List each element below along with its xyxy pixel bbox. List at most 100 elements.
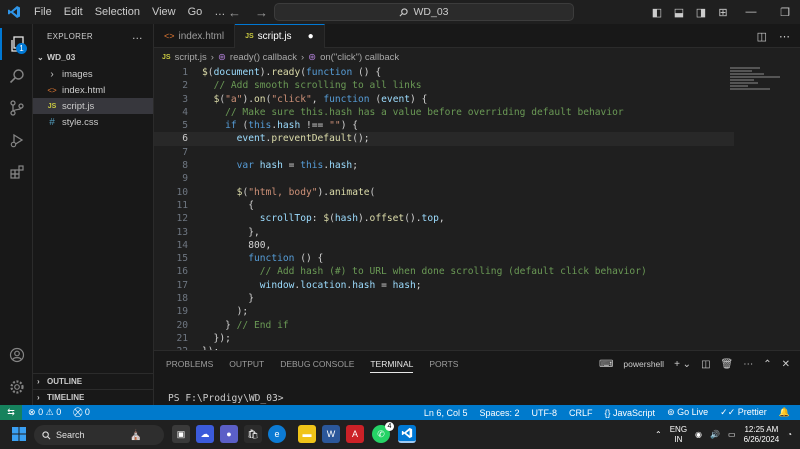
maximize-panel-chevron-up-icon[interactable]: ⌃: [763, 359, 771, 370]
file-item-images[interactable]: › images: [33, 66, 153, 82]
task-view-icon[interactable]: ▣: [172, 425, 190, 443]
breadcrumb-ready-callback[interactable]: ready() callback: [230, 52, 297, 63]
terminal-prompt[interactable]: PS F:\Prodigy\WD_03>: [168, 393, 284, 404]
notification-center-icon[interactable]: ◔: [787, 430, 792, 439]
ports-status[interactable]: ⛒ 0: [67, 407, 96, 418]
battery-icon[interactable]: ▭: [728, 430, 736, 439]
file-item-script-js[interactable]: JS script.js: [33, 98, 153, 114]
go-live-button[interactable]: ⊚ Go Live: [661, 407, 714, 418]
code-line[interactable]: 4 // Make sure this.hash has a value bef…: [154, 106, 734, 119]
code-editor[interactable]: 1 $(document).ready(function () {2 // Add…: [154, 66, 734, 350]
code-line[interactable]: 21 });: [154, 332, 734, 345]
code-line[interactable]: 6 event.preventDefault();: [154, 132, 734, 146]
vscode-taskbar-icon[interactable]: [398, 425, 416, 443]
code-line[interactable]: 17 window.location.hash = hash;: [154, 279, 734, 292]
code-line[interactable]: 9: [154, 172, 734, 185]
acrobat-icon[interactable]: A: [346, 425, 364, 443]
extensions-icon[interactable]: [0, 156, 33, 188]
word-icon[interactable]: W: [322, 425, 340, 443]
code-line[interactable]: 11 {: [154, 199, 734, 212]
end-of-line[interactable]: CRLF: [563, 408, 599, 418]
encoding[interactable]: UTF-8: [525, 408, 563, 418]
code-line[interactable]: 8 var hash = this.hash;: [154, 159, 734, 172]
run-debug-icon[interactable]: [0, 124, 33, 156]
code-line[interactable]: 3 $("a").on("click", function (event) {: [154, 93, 734, 106]
cursor-position[interactable]: Ln 6, Col 5: [418, 408, 474, 418]
code-line[interactable]: 14 800,: [154, 239, 734, 252]
forward-arrow-icon[interactable]: →: [255, 5, 268, 20]
timeline-section[interactable]: › TIMELINE: [33, 389, 154, 405]
breadcrumb-on-click-callback[interactable]: on("click") callback: [320, 52, 399, 63]
new-terminal-plus-icon[interactable]: + ⌄: [674, 359, 691, 370]
code-line[interactable]: 12 scrollTop: $(hash).offset().top,: [154, 212, 734, 225]
show-hidden-icons-chevron-icon[interactable]: ⌃: [655, 430, 662, 439]
split-editor-icon[interactable]: ◫: [757, 30, 767, 43]
minimize-button[interactable]: —: [734, 6, 768, 18]
windows-start-icon[interactable]: [10, 425, 28, 443]
code-line[interactable]: 1 $(document).ready(function () {: [154, 66, 734, 79]
explorer-more-icon[interactable]: …: [132, 30, 143, 42]
language-indicator[interactable]: ENG IN: [670, 425, 687, 445]
account-icon[interactable]: [0, 339, 33, 371]
menu-go[interactable]: Go: [182, 0, 209, 24]
taskbar-search[interactable]: Search ⛪: [34, 425, 164, 445]
prettier-status[interactable]: ✓✓ Prettier: [714, 407, 773, 418]
toggle-sidebar-icon[interactable]: ◧: [646, 6, 668, 19]
whatsapp-icon[interactable]: ✆ 4: [372, 422, 394, 443]
teams-chat-icon[interactable]: ●: [220, 425, 238, 443]
code-line[interactable]: 10 $("html, body").animate(: [154, 186, 734, 199]
wifi-icon[interactable]: ◉: [695, 430, 702, 439]
indentation[interactable]: Spaces: 2: [473, 408, 525, 418]
back-arrow-icon[interactable]: ←: [228, 5, 241, 20]
tab-ports[interactable]: PORTS: [429, 359, 458, 369]
code-line[interactable]: 7: [154, 146, 734, 159]
clock[interactable]: 12:25 AM 6/26/2024: [744, 425, 780, 445]
tab-problems[interactable]: PROBLEMS: [166, 359, 213, 369]
menu-selection[interactable]: Selection: [89, 0, 146, 24]
toggle-panel-icon[interactable]: ⬓: [668, 6, 690, 19]
more-actions-icon[interactable]: ⋯: [779, 30, 790, 43]
notifications-bell-icon[interactable]: 🔔: [773, 407, 796, 418]
command-center[interactable]: WD_03: [274, 3, 574, 21]
microsoft-store-icon[interactable]: 🛍: [244, 425, 262, 443]
language-mode[interactable]: {} JavaScript: [599, 408, 662, 418]
tab-output[interactable]: OUTPUT: [229, 359, 264, 369]
code-line[interactable]: 20 } // End if: [154, 319, 734, 332]
tab-index-html[interactable]: <> index.html: [154, 24, 236, 48]
code-line[interactable]: 16 // Add hash (#) to URL when done scro…: [154, 265, 734, 278]
panel-more-icon[interactable]: ⋯: [743, 359, 753, 370]
edge-browser-icon[interactable]: e: [268, 425, 286, 443]
code-line[interactable]: 13 },: [154, 226, 734, 239]
menu-file[interactable]: File: [28, 0, 58, 24]
breadcrumb-file[interactable]: script.js: [175, 52, 207, 63]
folder-root[interactable]: ⌄ WD_03: [33, 48, 153, 66]
terminal-shell-label[interactable]: powershell: [623, 359, 664, 369]
problems-status[interactable]: ⊗ 0 ⚠ 0: [22, 407, 67, 418]
code-line[interactable]: 5 if (this.hash !== "") {: [154, 119, 734, 132]
code-line[interactable]: 18 }: [154, 292, 734, 305]
customize-layout-icon[interactable]: ⊞: [712, 6, 734, 19]
explorer-icon[interactable]: 1: [0, 28, 33, 60]
settings-gear-icon[interactable]: [0, 371, 33, 403]
source-control-icon[interactable]: [0, 92, 33, 124]
unsaved-dot-icon[interactable]: ●: [308, 31, 314, 42]
code-line[interactable]: 19 );: [154, 305, 734, 318]
widgets-icon[interactable]: ☁: [196, 425, 214, 443]
volume-icon[interactable]: 🔊: [710, 430, 720, 439]
tab-terminal[interactable]: TERMINAL: [370, 359, 414, 373]
tab-script-js[interactable]: JS script.js ●: [235, 24, 325, 48]
tab-debug-console[interactable]: DEBUG CONSOLE: [280, 359, 354, 369]
kill-terminal-trash-icon[interactable]: 🗑: [721, 359, 734, 370]
code-line[interactable]: 15 function () {: [154, 252, 734, 265]
outline-section[interactable]: › OUTLINE: [33, 373, 154, 389]
menu-edit[interactable]: Edit: [58, 0, 89, 24]
close-panel-icon[interactable]: ✕: [782, 359, 790, 370]
remote-indicator-icon[interactable]: ⇆: [0, 405, 22, 420]
file-item-index-html[interactable]: <> index.html: [33, 82, 153, 98]
file-item-style-css[interactable]: # style.css: [33, 114, 153, 130]
split-terminal-icon[interactable]: ◫: [701, 359, 710, 370]
search-icon[interactable]: [0, 60, 33, 92]
menu-view[interactable]: View: [146, 0, 182, 24]
restore-button[interactable]: ❐: [768, 6, 800, 19]
code-line[interactable]: 2 // Add smooth scrolling to all links: [154, 79, 734, 92]
